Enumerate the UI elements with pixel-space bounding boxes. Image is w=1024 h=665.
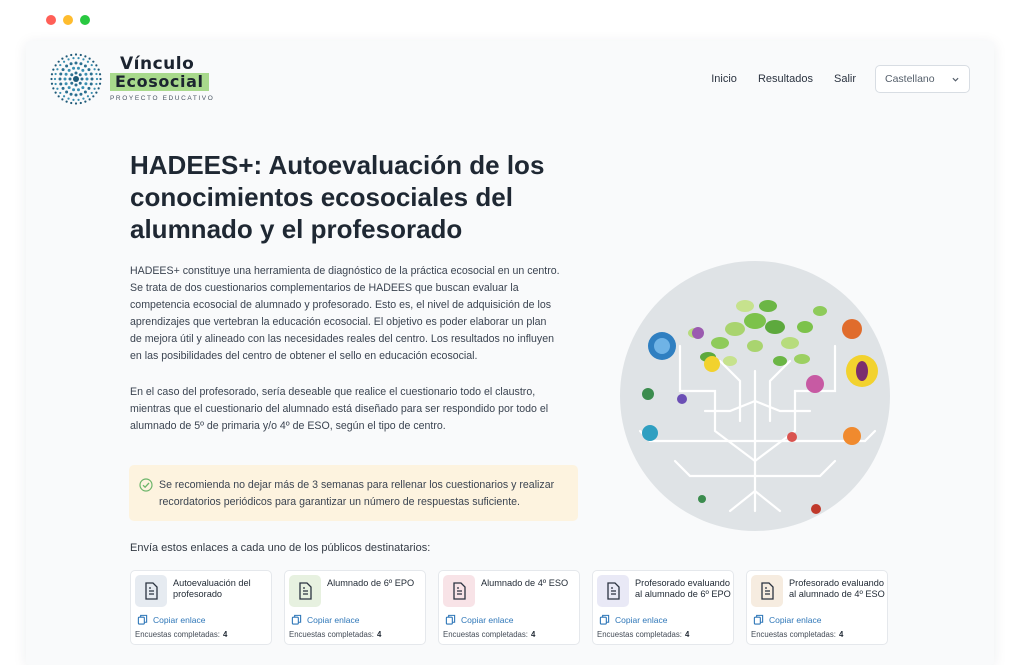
copy-icon <box>445 614 456 625</box>
completed-count: 4 <box>376 630 382 639</box>
copy-link-label: Copiar enlace <box>153 614 206 625</box>
nav-resultados[interactable]: Resultados <box>758 73 813 85</box>
survey-card: Profesorado evaluando al alumnado de 6º … <box>592 570 734 645</box>
survey-card: Profesorado evaluando al alumnado de 4º … <box>746 570 888 645</box>
completed-counter: Encuestas completadas: 4 <box>751 630 843 639</box>
logo[interactable]: Vínculo Ecosocial PROYECTO EDUCATIVO <box>110 55 214 102</box>
copy-link-button[interactable]: Copiar enlace <box>137 614 205 625</box>
completed-count: 4 <box>222 630 228 639</box>
close-window-button[interactable] <box>46 15 56 25</box>
completed-counter: Encuestas completadas: 4 <box>289 630 381 639</box>
document-icon <box>443 575 475 607</box>
maximize-window-button[interactable] <box>80 15 90 25</box>
check-circle-icon <box>139 478 153 492</box>
language-select[interactable]: Castellano <box>875 65 970 93</box>
survey-card-title: Profesorado evaluando al alumnado de 4º … <box>789 578 885 599</box>
send-links-label: Envía estos enlaces a cada uno de los pú… <box>130 542 431 554</box>
copy-link-button[interactable]: Copiar enlace <box>753 614 821 625</box>
copy-icon <box>753 614 764 625</box>
document-icon <box>289 575 321 607</box>
logo-line2: Ecosocial <box>110 73 209 91</box>
completed-counter: Encuestas completadas: 4 <box>443 630 535 639</box>
copy-link-button[interactable]: Copiar enlace <box>291 614 359 625</box>
survey-card-title: Alumnado de 6º EPO <box>327 578 415 588</box>
document-icon <box>597 575 629 607</box>
logo-mandala-icon <box>50 53 102 105</box>
copy-icon <box>137 614 148 625</box>
completed-count: 4 <box>838 630 844 639</box>
staff-paragraph: En el caso del profesorado, sería deseab… <box>130 386 549 432</box>
copy-icon <box>291 614 302 625</box>
copy-link-label: Copiar enlace <box>307 614 360 625</box>
chevron-down-icon <box>952 77 959 82</box>
completed-counter-label: Encuestas completadas: <box>289 630 374 639</box>
survey-card-title: Profesorado evaluando al alumnado de 6º … <box>635 578 731 599</box>
intro-paragraph: HADEES+ constituye una herramienta de di… <box>130 265 560 362</box>
copy-link-label: Copiar enlace <box>615 614 668 625</box>
copy-link-label: Copiar enlace <box>461 614 514 625</box>
completed-count: 4 <box>530 630 536 639</box>
copy-link-button[interactable]: Copiar enlace <box>445 614 513 625</box>
window-controls <box>46 15 90 25</box>
survey-cards: Autoevaluación del profesorado Copiar enl… <box>130 570 888 645</box>
browser-page: Vínculo Ecosocial PROYECTO EDUCATIVO Ini… <box>26 41 994 665</box>
copy-icon <box>599 614 610 625</box>
logo-subtitle: PROYECTO EDUCATIVO <box>110 95 215 102</box>
completed-counter-label: Encuestas completadas: <box>597 630 682 639</box>
language-select-value: Castellano <box>885 73 935 85</box>
completed-count: 4 <box>684 630 690 639</box>
top-nav: Inicio Resultados Salir Castellano <box>690 65 970 93</box>
survey-card: Alumnado de 6º EPO Copiar enlace Encuestas… <box>284 570 426 645</box>
completed-counter-label: Encuestas completadas: <box>751 630 836 639</box>
document-icon <box>135 575 167 607</box>
survey-card: Alumnado de 4º ESO Copiar enlace Encuestas… <box>438 570 580 645</box>
page-title: HADEES+: Autoevaluación de los conocimie… <box>130 150 545 244</box>
completed-counter: Encuestas completadas: 4 <box>135 630 227 639</box>
survey-card: Autoevaluación del profesorado Copiar enl… <box>130 570 272 645</box>
copy-link-button[interactable]: Copiar enlace <box>599 614 667 625</box>
copy-link-label: Copiar enlace <box>769 614 822 625</box>
survey-card-title: Autoevaluación del profesorado <box>173 578 251 599</box>
ecosocial-tree-illustration <box>620 261 890 531</box>
notice-text: Se recomienda no dejar más de 3 semanas … <box>159 479 555 508</box>
nav-salir[interactable]: Salir <box>834 73 856 85</box>
logo-line1: Vínculo <box>120 54 195 74</box>
completed-counter-label: Encuestas completadas: <box>443 630 528 639</box>
completed-counter-label: Encuestas completadas: <box>135 630 220 639</box>
document-icon <box>751 575 783 607</box>
survey-card-title: Alumnado de 4º ESO <box>481 578 569 588</box>
minimize-window-button[interactable] <box>63 15 73 25</box>
completed-counter: Encuestas completadas: 4 <box>597 630 689 639</box>
recommendation-notice: Se recomienda no dejar más de 3 semanas … <box>129 465 578 521</box>
nav-inicio[interactable]: Inicio <box>711 73 737 85</box>
